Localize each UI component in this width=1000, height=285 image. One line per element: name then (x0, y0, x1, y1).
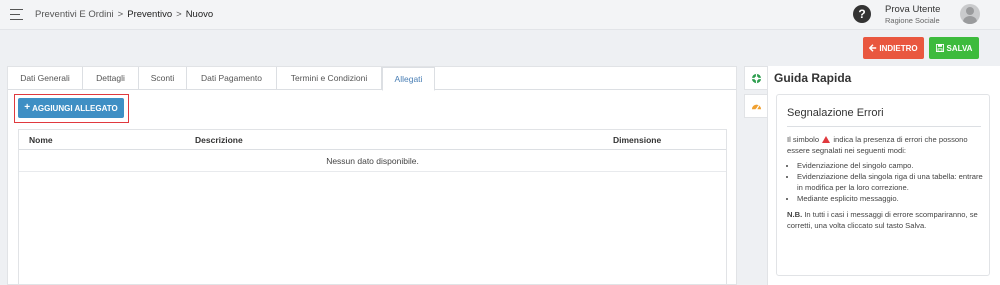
tab-dati-generali[interactable]: Dati Generali (8, 67, 83, 90)
breadcrumb-item-preventivo[interactable]: Preventivo (127, 9, 172, 20)
tab-termini-condizioni[interactable]: Termini e Condizioni (277, 67, 382, 90)
guide-intro-before: Il simbolo (787, 135, 820, 144)
guide-title: Guida Rapida (774, 71, 852, 85)
side-tab-guide[interactable] (744, 66, 769, 90)
column-header-descrizione[interactable]: Descrizione (195, 135, 243, 145)
card-divider (787, 126, 981, 127)
breadcrumb-item-nuovo: Nuovo (185, 9, 214, 20)
column-header-dimensione[interactable]: Dimensione (613, 135, 661, 145)
guide-bullet: Evidenziazione del singolo campo. (797, 160, 985, 171)
warning-triangle-icon (822, 136, 831, 143)
tab-dettagli[interactable]: Dettagli (83, 67, 139, 90)
side-panel-tabs (744, 66, 769, 285)
guide-note: N.B. In tutti i casi i messaggi di error… (787, 209, 985, 231)
back-button[interactable]: INDIETRO (863, 37, 924, 59)
tab-sconti[interactable]: Sconti (139, 67, 187, 90)
tab-dati-pagamento[interactable]: Dati Pagamento (187, 67, 277, 90)
tab-allegati[interactable]: Allegati (382, 67, 435, 91)
card-title: Segnalazione Errori (787, 107, 884, 119)
column-header-nome[interactable]: Nome (29, 135, 53, 145)
back-button-label: INDIETRO (879, 43, 918, 53)
floppy-disk-icon (935, 44, 944, 52)
plus-icon: + (24, 102, 31, 113)
user-name[interactable]: Prova Utente (885, 4, 940, 15)
error-guide-card: Segnalazione Errori Il simbolo indica la… (776, 94, 990, 276)
user-company: Ragione Sociale (885, 16, 940, 25)
save-button-label: SALVA (946, 43, 973, 53)
help-circle-icon[interactable]: ? (853, 5, 871, 23)
save-button[interactable]: SALVA (929, 37, 979, 59)
top-bar: Preventivi E Ordini > Preventivo > Nuovo ? P… (0, 0, 1000, 30)
user-avatar-icon[interactable] (960, 4, 980, 24)
guide-note-text: In tutti i casi i messaggi di errore sco… (787, 210, 978, 230)
guide-note-label: N.B. (787, 210, 803, 219)
breadcrumb-item-preventivi-ordini[interactable]: Preventivi E Ordini (35, 9, 114, 20)
life-ring-icon (751, 73, 762, 84)
guide-intro: Il simbolo indica la presenza di errori … (787, 134, 985, 156)
guide-bullet: Mediante esplicito messaggio. (797, 193, 985, 204)
table-header: Nome Descrizione Dimensione (19, 130, 726, 150)
empty-table-message: Nessun dato disponibile. (19, 150, 726, 172)
breadcrumb-separator: > (176, 9, 182, 20)
guide-bullet-list: Evidenziazione del singolo campo. Eviden… (795, 160, 985, 204)
attachments-table: Nome Descrizione Dimensione Nessun dato … (18, 129, 727, 285)
guide-bullet: Evidenziazione della singola riga di una… (797, 171, 985, 193)
main-panel: Dati Generali Dettagli Sconti Dati Pagam… (7, 66, 737, 285)
arrow-left-icon (869, 44, 877, 52)
menu-icon[interactable] (10, 9, 23, 20)
add-attachment-label: AGGIUNGI ALLEGATO (32, 103, 118, 113)
card-body: Il simbolo indica la presenza di errori … (787, 134, 985, 231)
add-attachment-highlight: + AGGIUNGI ALLEGATO (14, 94, 129, 123)
gauge-icon (751, 104, 762, 111)
quick-guide-panel: Guida Rapida Segnalazione Errori Il simb… (767, 66, 1000, 285)
tab-bar: Dati Generali Dettagli Sconti Dati Pagam… (8, 67, 736, 91)
breadcrumb-separator: > (117, 9, 124, 20)
add-attachment-button[interactable]: + AGGIUNGI ALLEGATO (18, 98, 124, 118)
side-tab-dashboard[interactable] (744, 94, 768, 118)
breadcrumb: Preventivi E Ordini > Preventivo > Nuovo (35, 9, 213, 20)
